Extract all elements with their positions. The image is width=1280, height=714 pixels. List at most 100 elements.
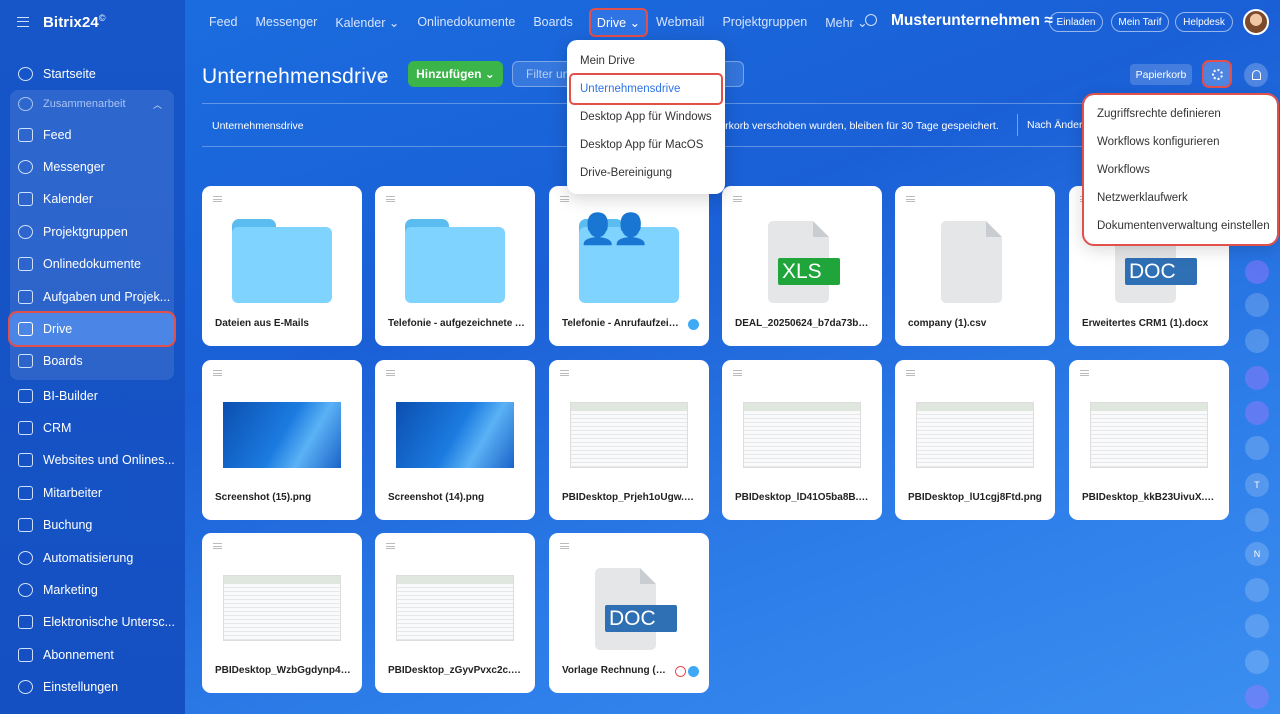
drag-handle-icon[interactable] bbox=[213, 370, 222, 376]
sidebar-item-marketing[interactable]: Marketing bbox=[10, 574, 174, 606]
helpdesk-button[interactable]: Helpdesk bbox=[1175, 12, 1233, 32]
sidebar-item-onlinedokumente[interactable]: Onlinedokumente bbox=[10, 248, 174, 280]
file-tile[interactable]: Screenshot (14).png bbox=[375, 360, 535, 520]
topnav-mehr[interactable]: Mehr ⌄ bbox=[825, 15, 867, 30]
rail-task-icon[interactable] bbox=[1245, 650, 1269, 674]
sidebar-item-mitarbeiter[interactable]: Mitarbeiter bbox=[10, 477, 174, 509]
sort-control[interactable]: Nach Änder bbox=[1017, 114, 1082, 136]
drag-handle-icon[interactable] bbox=[213, 543, 222, 549]
sidebar-item-label: Automatisierung bbox=[43, 550, 134, 565]
employees-icon bbox=[18, 485, 33, 500]
company-name[interactable]: Musterunternehmen ≈ bbox=[891, 12, 1053, 30]
sidebar-nav: Startseite Zusammenarbeit ︿ Feed Messenge… bbox=[8, 58, 176, 703]
drag-handle-icon[interactable] bbox=[560, 370, 569, 376]
rail-letter-n[interactable]: N bbox=[1245, 542, 1269, 566]
trash-button[interactable]: Papierkorb bbox=[1130, 64, 1192, 85]
menu-item-desktop-windows[interactable]: Desktop App für Windows bbox=[567, 103, 725, 131]
drag-handle-icon[interactable] bbox=[733, 196, 742, 202]
rail-lock-icon[interactable] bbox=[1245, 614, 1269, 638]
drag-handle-icon[interactable] bbox=[386, 370, 395, 376]
file-tile[interactable]: PBIDesktop_zGyvPvxc2c.png bbox=[375, 533, 535, 693]
sidebar-item-signatur[interactable]: Elektronische Untersc... bbox=[10, 606, 174, 638]
topnav-onlinedokumente[interactable]: Onlinedokumente bbox=[417, 15, 515, 29]
file-tile[interactable]: PBIDesktop_WzbGgdynp4.p... bbox=[202, 533, 362, 693]
rail-lock-icon[interactable] bbox=[1245, 401, 1269, 425]
rail-chat-icon[interactable] bbox=[1245, 260, 1269, 284]
drag-handle-icon[interactable] bbox=[906, 196, 915, 202]
sidebar-item-aufgaben[interactable]: Aufgaben und Projek... bbox=[10, 280, 174, 312]
rail-contact-icon[interactable] bbox=[1245, 293, 1269, 317]
topnav-feed[interactable]: Feed bbox=[209, 15, 238, 29]
breadcrumb[interactable]: Unternehmensdrive bbox=[212, 120, 304, 132]
right-rail: T N bbox=[1240, 0, 1280, 714]
invite-button[interactable]: Einladen bbox=[1049, 12, 1103, 32]
sidebar-item-buchung[interactable]: Buchung bbox=[10, 509, 174, 541]
file-tile[interactable]: PBIDesktop_kkB23UivuX.png bbox=[1069, 360, 1229, 520]
drag-handle-icon[interactable] bbox=[386, 196, 395, 202]
menu-item-unternehmensdrive[interactable]: Unternehmensdrive bbox=[569, 73, 723, 105]
file-tile[interactable]: Screenshot (15).png bbox=[202, 360, 362, 520]
sidebar-item-feed[interactable]: Feed bbox=[10, 118, 174, 150]
file-name: PBIDesktop_lD41O5ba8B.png bbox=[735, 492, 872, 503]
drag-handle-icon[interactable] bbox=[386, 543, 395, 549]
pin-icon[interactable]: ⚲ bbox=[377, 71, 385, 84]
add-button[interactable]: Hinzufügen ⌄ bbox=[408, 61, 503, 87]
file-tile[interactable]: XLS DEAL_20250624_b7da73bc... bbox=[722, 186, 882, 346]
topnav-messenger[interactable]: Messenger bbox=[256, 15, 318, 29]
search-icon[interactable] bbox=[865, 14, 877, 26]
drag-handle-icon[interactable] bbox=[906, 370, 915, 376]
sidebar-item-boards[interactable]: Boards bbox=[10, 345, 174, 377]
rail-avatar[interactable] bbox=[1245, 329, 1269, 353]
sidebar-item-automatisierung[interactable]: Automatisierung bbox=[10, 541, 174, 573]
topnav-drive[interactable]: Drive ⌄ bbox=[588, 7, 649, 37]
topnav-kalender[interactable]: Kalender ⌄ bbox=[335, 15, 399, 30]
file-tile[interactable]: PBIDesktop_lU1cgj8Ftd.png bbox=[895, 360, 1055, 520]
rail-letter-t[interactable]: T bbox=[1245, 473, 1269, 497]
menu-item-mein-drive[interactable]: Mein Drive bbox=[567, 47, 725, 75]
sidebar-item-drive[interactable]: Drive bbox=[8, 310, 176, 348]
file-tile[interactable]: PBIDesktop_lD41O5ba8B.png bbox=[722, 360, 882, 520]
file-tile[interactable]: PBIDesktop_Prjeh1oUgw.png bbox=[549, 360, 709, 520]
topnav-boards[interactable]: Boards bbox=[533, 15, 573, 29]
drag-handle-icon[interactable] bbox=[213, 196, 222, 202]
file-tile[interactable]: Telefonie - aufgezeichnete A... bbox=[375, 186, 535, 346]
sidebar-item-startseite[interactable]: Startseite bbox=[10, 58, 174, 90]
drag-handle-icon[interactable] bbox=[560, 543, 569, 549]
file-tile[interactable]: Dateien aus E-Mails bbox=[202, 186, 362, 346]
sidebar-item-einstellungen[interactable]: Einstellungen bbox=[10, 671, 174, 703]
rail-message-icon[interactable] bbox=[1245, 436, 1269, 460]
sidebar-item-crm[interactable]: CRM bbox=[10, 412, 174, 444]
sidebar-item-projektgruppen[interactable]: Projektgruppen bbox=[10, 216, 174, 248]
topnav-webmail[interactable]: Webmail bbox=[656, 15, 704, 29]
topnav-projektgruppen[interactable]: Projektgruppen bbox=[722, 15, 807, 29]
sidebar-item-websites[interactable]: Websites und Onlines... bbox=[10, 444, 174, 476]
rail-chat-icon[interactable] bbox=[1245, 366, 1269, 390]
chevron-up-icon[interactable]: ︿ bbox=[153, 98, 162, 111]
sidebar-item-bi-builder[interactable]: BI-Builder bbox=[10, 380, 174, 412]
tariff-button[interactable]: Mein Tarif bbox=[1111, 12, 1169, 32]
sidebar-item-abonnement[interactable]: Abonnement bbox=[10, 639, 174, 671]
file-tile[interactable]: DOC Vorlage Rechnung (De... bbox=[549, 533, 709, 693]
file-name: Telefonie - Anrufaufzeich... bbox=[562, 318, 683, 329]
automation-icon bbox=[18, 550, 33, 565]
logo[interactable]: Bitrix24© bbox=[43, 13, 106, 31]
rail-chat-icon[interactable] bbox=[1245, 685, 1269, 709]
sidebar-item-label: Messenger bbox=[43, 159, 105, 174]
menu-item-desktop-macos[interactable]: Desktop App für MacOS bbox=[567, 131, 725, 159]
settings-button[interactable] bbox=[1202, 60, 1232, 88]
menu-item-drive-bereinigung[interactable]: Drive-Bereinigung bbox=[567, 159, 725, 187]
drag-handle-icon[interactable] bbox=[1080, 370, 1089, 376]
menu-icon[interactable] bbox=[17, 17, 29, 27]
screenshot-thumbnail bbox=[396, 402, 514, 468]
marketing-icon bbox=[18, 583, 33, 598]
file-tile[interactable]: company (1).csv bbox=[895, 186, 1055, 346]
sidebar-group-header[interactable]: Zusammenarbeit ︿ bbox=[10, 90, 174, 118]
rail-task-icon[interactable] bbox=[1245, 508, 1269, 532]
sidebar-item-kalender[interactable]: Kalender bbox=[10, 183, 174, 215]
file-tile[interactable]: 👤👤 Telefonie - Anrufaufzeich... bbox=[549, 186, 709, 346]
sidebar-item-label: Onlinedokumente bbox=[43, 257, 141, 272]
sidebar-item-messenger[interactable]: Messenger bbox=[10, 151, 174, 183]
drag-handle-icon[interactable] bbox=[560, 196, 569, 202]
drag-handle-icon[interactable] bbox=[733, 370, 742, 376]
rail-group-icon[interactable] bbox=[1245, 578, 1269, 602]
